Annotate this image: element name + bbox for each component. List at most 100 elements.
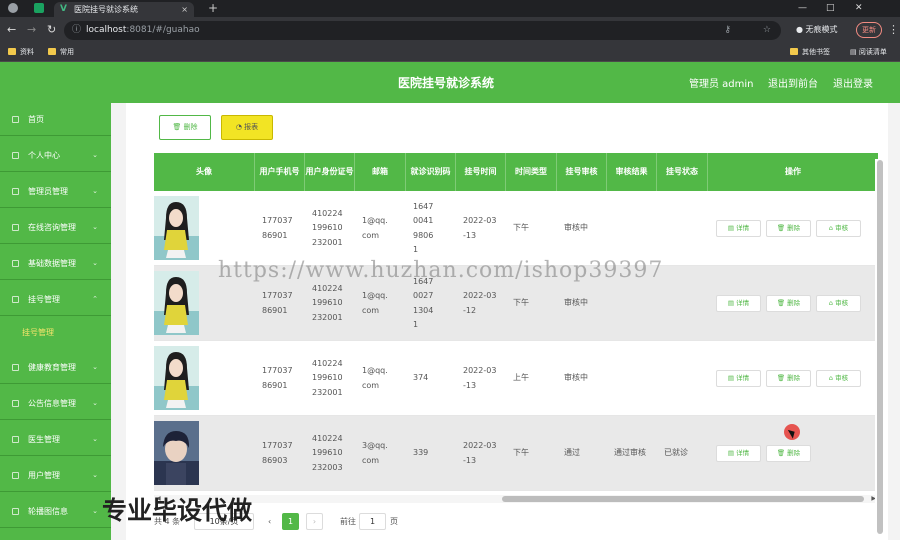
menu-icon bbox=[12, 224, 19, 231]
page-number-current[interactable]: 1 bbox=[282, 513, 299, 530]
menu-icon bbox=[12, 508, 19, 515]
sidebar-item-label: 挂号管理 bbox=[28, 295, 60, 304]
forward-icon[interactable]: → bbox=[27, 23, 36, 37]
table-cell-email: 3@qq. com bbox=[362, 441, 388, 465]
sidebar-item-admin[interactable]: 管理员管理 ⌄ bbox=[0, 175, 111, 208]
incognito-label[interactable]: ● 无痕模式 bbox=[796, 23, 838, 37]
sidebar-subitem-guahao[interactable]: 挂号管理 bbox=[0, 318, 111, 348]
logout-link[interactable]: 退出登录 bbox=[833, 75, 873, 90]
folder-icon bbox=[790, 48, 798, 55]
sidebar-item-health[interactable]: 健康教育管理 ⌄ bbox=[0, 351, 111, 384]
trash-icon: 🗑︎ bbox=[776, 224, 788, 232]
reading-list[interactable]: ▤ 阅读清单 bbox=[850, 44, 887, 61]
detail-button[interactable]: ▤ 详情 bbox=[716, 295, 761, 312]
scrollbar-thumb[interactable] bbox=[502, 496, 864, 502]
table-cell-period: 下午 bbox=[513, 448, 529, 458]
row-delete-button[interactable]: 🗑︎ 删除 bbox=[766, 370, 811, 387]
table-cell-time: 2022-03 -13 bbox=[463, 441, 497, 465]
info-icon: ⓘ bbox=[72, 25, 82, 35]
sidebar-item-user[interactable]: 用户管理 ⌄ bbox=[0, 459, 111, 492]
delete-button[interactable]: 🗑︎ 删除 bbox=[159, 115, 211, 140]
sidebar-item-basedata[interactable]: 基础数据管理 ⌄ bbox=[0, 247, 111, 280]
sidebar-item-home[interactable]: 首页 bbox=[0, 103, 111, 136]
vertical-scrollbar[interactable] bbox=[875, 159, 885, 535]
review-button[interactable]: ⌂ 审核 bbox=[816, 295, 861, 312]
menu-icon bbox=[12, 400, 19, 407]
bookmark-changyong[interactable]: 常用 bbox=[48, 44, 74, 61]
minimize-icon[interactable]: — bbox=[798, 0, 807, 16]
col-header: 就诊识别码 bbox=[406, 153, 456, 191]
key-icon[interactable]: ⚷ bbox=[724, 21, 731, 40]
menu-icon bbox=[12, 152, 19, 159]
tab-close-icon[interactable]: × bbox=[181, 2, 188, 17]
pinned-tab-icon[interactable] bbox=[34, 3, 44, 13]
other-bookmarks[interactable]: 其他书签 bbox=[790, 44, 830, 61]
detail-button[interactable]: ▤ 详情 bbox=[716, 370, 761, 387]
prev-page-icon[interactable]: ‹ bbox=[268, 513, 271, 530]
review-button[interactable]: ⌂ 审核 bbox=[816, 370, 861, 387]
sidebar-item-label: 公告信息管理 bbox=[28, 399, 76, 408]
reading-list-label: 阅读清单 bbox=[858, 48, 887, 56]
horizontal-scrollbar[interactable]: ◀ ▶ bbox=[154, 495, 878, 503]
sidebar-item-doctor[interactable]: 医生管理 ⌄ bbox=[0, 423, 111, 456]
bookmark-label: 其他书签 bbox=[802, 48, 830, 56]
sidebar-item-label: 基础数据管理 bbox=[28, 259, 76, 268]
back-to-front-link[interactable]: 退出到前台 bbox=[768, 75, 818, 90]
maximize-icon[interactable]: □ bbox=[826, 0, 835, 16]
back-icon[interactable]: ← bbox=[7, 23, 16, 37]
table-cell-time: 2022-03 -13 bbox=[463, 366, 497, 390]
sidebar-item-guahao[interactable]: 挂号管理 ⌃ bbox=[0, 283, 111, 316]
reload-icon[interactable]: ↻ bbox=[47, 23, 56, 37]
action-label: 审核 bbox=[835, 374, 849, 382]
col-header: 操作 bbox=[708, 153, 878, 191]
detail-button[interactable]: ▤ 详情 bbox=[716, 220, 761, 237]
document-icon: ▤ bbox=[727, 299, 737, 307]
table-cell-period: 下午 bbox=[513, 223, 529, 233]
window-close-icon[interactable]: ✕ bbox=[855, 0, 863, 16]
vertical-scrollbar-thumb[interactable] bbox=[877, 160, 883, 534]
report-button[interactable]: ◔ 报表 bbox=[221, 115, 273, 140]
sidebar-item-notice[interactable]: 公告信息管理 ⌄ bbox=[0, 387, 111, 420]
sidebar: 首页 个人中心 ⌄ 管理员管理 ⌄ 在线咨询管理 ⌄ 基础数据管理 ⌄ 挂号管理 ⌃ 挂号… bbox=[0, 103, 111, 540]
tab-title: 医院挂号就诊系统 bbox=[74, 5, 138, 14]
address-bar-row: ← → ↻ ⓘ localhost:8081/#/guahao ⚷ ☆ ● 无痕… bbox=[0, 17, 900, 44]
table-cell-phone: 177037 86901 bbox=[262, 216, 293, 240]
chart-icon: ◔ bbox=[235, 123, 245, 131]
table-row: 177037 86901 410224 199610 232001 1@qq. co… bbox=[154, 191, 878, 266]
sidebar-item-consult[interactable]: 在线咨询管理 ⌄ bbox=[0, 211, 111, 244]
col-header: 挂号状态 bbox=[657, 153, 708, 191]
next-page-icon[interactable]: › bbox=[306, 513, 323, 530]
browser-tab[interactable]: V 医院挂号就诊系统 × bbox=[54, 2, 194, 17]
table-row: 177037 86903 410224 199610 232003 3@qq. co… bbox=[154, 416, 878, 491]
action-label: 详情 bbox=[736, 374, 750, 382]
goto-page-input[interactable]: 1 bbox=[359, 513, 386, 530]
table-cell-period: 上午 bbox=[513, 373, 529, 383]
col-header: 挂号时间 bbox=[456, 153, 506, 191]
sidebar-item-label: 个人中心 bbox=[28, 151, 60, 160]
promo-text: 专业毕设代做 bbox=[102, 496, 253, 525]
sidebar-item-personal[interactable]: 个人中心 ⌄ bbox=[0, 139, 111, 172]
row-delete-button[interactable]: 🗑︎ 删除 bbox=[766, 445, 811, 462]
action-label: 详情 bbox=[736, 224, 750, 232]
star-icon[interactable]: ☆ bbox=[763, 21, 771, 40]
page-suffix: 页 bbox=[390, 517, 398, 526]
action-label: 删除 bbox=[787, 374, 801, 382]
folder-icon bbox=[48, 48, 56, 55]
folder-icon bbox=[8, 48, 16, 55]
sidebar-item-carousel[interactable]: 轮播图信息 ⌄ bbox=[0, 495, 111, 528]
review-button[interactable]: ⌂ 审核 bbox=[816, 220, 861, 237]
row-delete-button[interactable]: 🗑︎ 删除 bbox=[766, 220, 811, 237]
bookmark-ziliao[interactable]: 资料 bbox=[8, 44, 34, 61]
detail-button[interactable]: ▤ 详情 bbox=[716, 445, 761, 462]
update-button[interactable]: 更新 bbox=[856, 22, 882, 38]
col-header: 用户身份证号 bbox=[305, 153, 355, 191]
row-delete-button[interactable]: 🗑︎ 删除 bbox=[766, 295, 811, 312]
browser-menu-icon[interactable] bbox=[8, 3, 18, 13]
more-menu-icon[interactable]: ⋮ bbox=[888, 23, 899, 37]
menu-icon bbox=[12, 188, 19, 195]
chevron-down-icon: ⌄ bbox=[92, 223, 98, 231]
new-tab-icon[interactable]: + bbox=[208, 0, 218, 16]
url-input[interactable]: ⓘ localhost:8081/#/guahao ⚷ ☆ bbox=[64, 21, 781, 40]
trash-icon: 🗑︎ bbox=[172, 123, 184, 131]
avatar bbox=[154, 346, 199, 410]
